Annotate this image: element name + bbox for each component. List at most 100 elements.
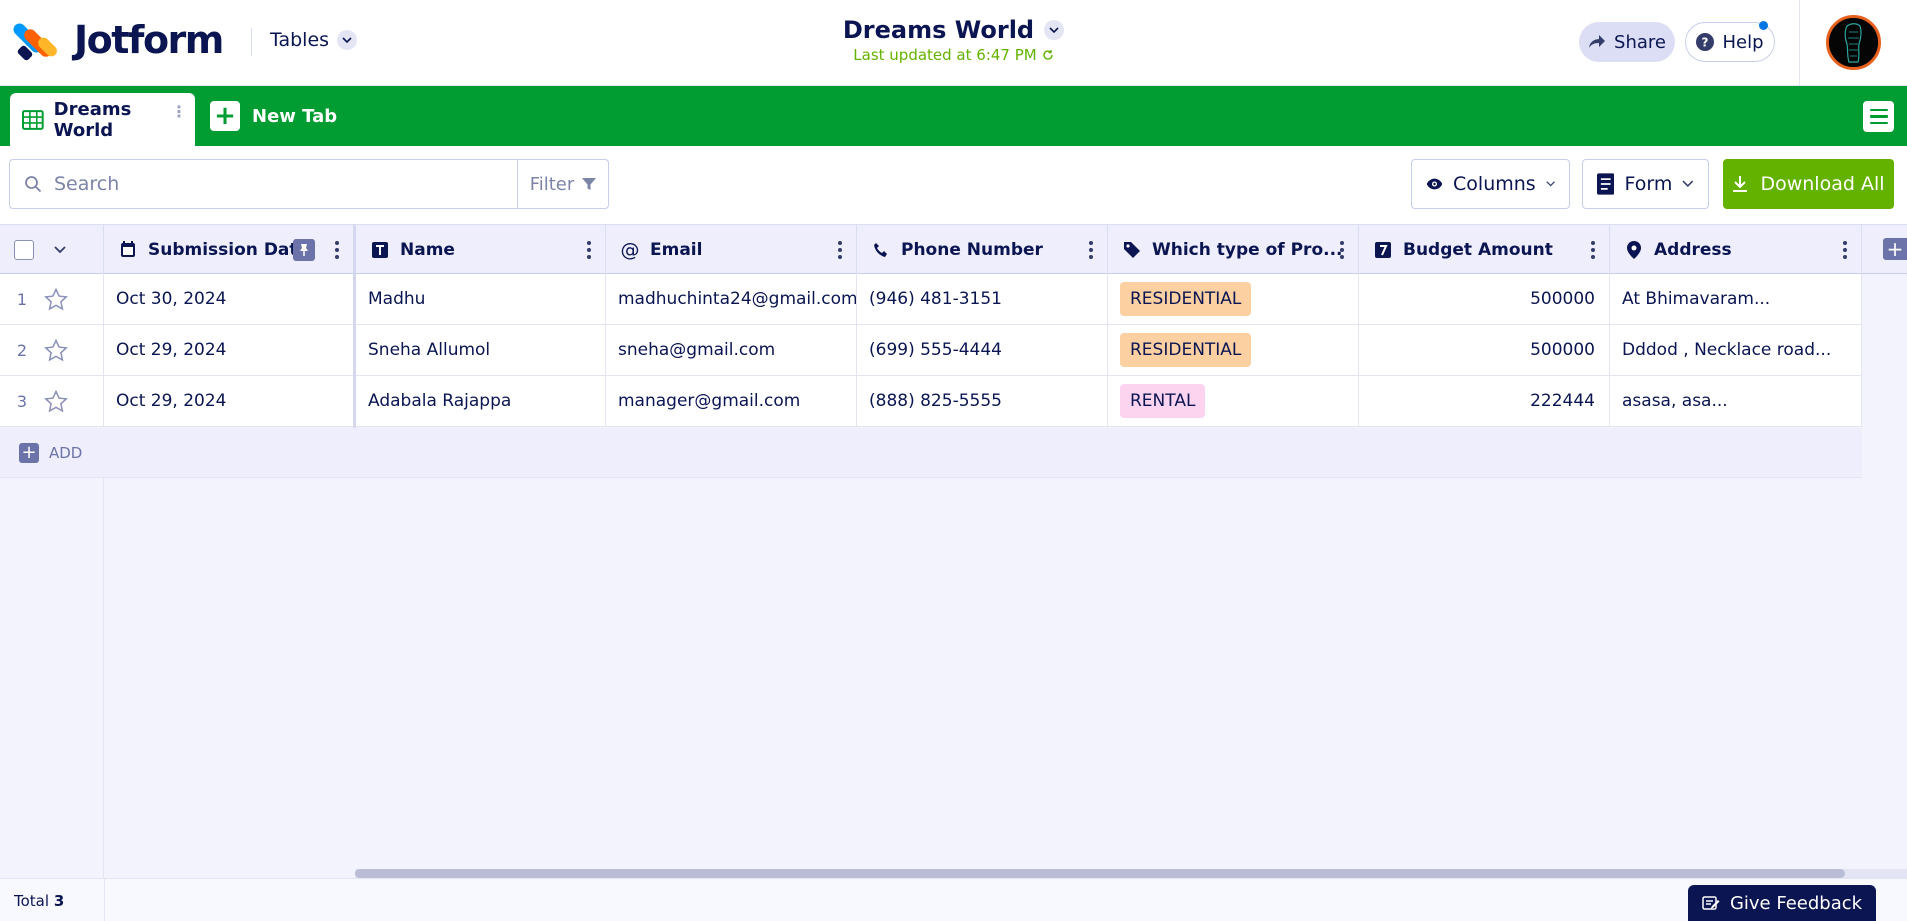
share-button[interactable]: Share — [1579, 22, 1675, 62]
chevron-down-icon — [1682, 180, 1694, 188]
frozen-column-divider[interactable] — [353, 224, 356, 428]
phone-cell[interactable]: (699) 555-4444 — [857, 325, 1108, 375]
phone-cell[interactable]: (888) 825-5555 — [857, 376, 1108, 426]
form-button[interactable]: Form — [1582, 159, 1709, 209]
name-cell[interactable]: Madhu — [356, 274, 606, 324]
column-header-name[interactable]: Name — [356, 225, 606, 274]
column-label: Phone Number — [901, 239, 1043, 260]
column-header-property-type[interactable]: Which type of Pro... — [1108, 225, 1359, 274]
column-menu-icon[interactable] — [335, 241, 339, 259]
give-feedback-button[interactable]: Give Feedback — [1688, 885, 1876, 921]
column-label: Submission Date — [148, 239, 310, 260]
budget-cell[interactable]: 500000 — [1359, 325, 1610, 375]
at-icon: @ — [620, 238, 640, 261]
add-column-button[interactable]: + — [1883, 238, 1907, 260]
top-header: Jotform Tables Dreams World Last updated… — [0, 0, 1907, 86]
property-type-pill: RENTAL — [1120, 384, 1206, 418]
property-type-cell[interactable]: RENTAL — [1108, 376, 1359, 426]
pin-icon[interactable] — [293, 239, 315, 261]
total-count: 3 — [53, 892, 65, 910]
submission-date-cell[interactable]: Oct 30, 2024 — [104, 274, 354, 324]
chevron-down-icon — [1044, 20, 1065, 40]
table-title-dropdown[interactable]: Dreams World — [843, 16, 1065, 44]
name-cell[interactable]: Adabala Rajappa — [356, 376, 606, 426]
tab-dreams-world[interactable]: Dreams World ⋮ — [10, 93, 195, 146]
grid-table-icon — [22, 109, 44, 130]
column-menu-icon[interactable] — [1591, 241, 1595, 259]
phone-cell[interactable]: (946) 481-3151 — [857, 274, 1108, 324]
star-icon[interactable] — [44, 338, 68, 362]
share-arrow-icon — [1589, 35, 1606, 48]
table-row[interactable]: 3 Oct 29, 2024 Adabala Rajappa manager@g… — [0, 376, 1862, 427]
share-label: Share — [1614, 31, 1666, 53]
table-footer: Total 3 Give Feedback — [0, 878, 1907, 921]
location-pin-icon — [1624, 240, 1644, 259]
svg-text:?: ? — [1702, 36, 1709, 50]
row-header-gutter — [0, 478, 104, 878]
chevron-down-icon[interactable] — [54, 245, 66, 254]
download-all-button[interactable]: Download All — [1723, 159, 1894, 209]
table-header-row: Submission Date Name @ Email Phone Numbe… — [0, 224, 1907, 274]
columns-label: Columns — [1453, 173, 1536, 195]
new-tab-button[interactable]: + New Tab — [210, 101, 337, 131]
address-cell[interactable]: At Bhimavaram... — [1610, 274, 1862, 324]
filter-button[interactable]: Filter — [517, 160, 608, 208]
form-label: Form — [1624, 173, 1673, 195]
address-cell[interactable]: asasa, asa... — [1610, 376, 1862, 426]
horizontal-scrollbar-thumb[interactable] — [355, 869, 1845, 878]
row-header: 3 — [0, 376, 104, 426]
new-tab-label: New Tab — [252, 105, 338, 127]
column-label: Which type of Pro... — [1152, 239, 1343, 260]
budget-cell[interactable]: 500000 — [1359, 274, 1610, 324]
row-header: 2 — [0, 325, 104, 375]
table-row[interactable]: 1 Oct 30, 2024 Madhu madhuchinta24@gmail… — [0, 274, 1862, 325]
select-all-checkbox[interactable] — [14, 239, 34, 260]
user-avatar[interactable] — [1826, 15, 1881, 70]
property-type-pill: RESIDENTIAL — [1120, 333, 1252, 367]
column-header-phone-number[interactable]: Phone Number — [857, 225, 1108, 274]
column-label: Address — [1654, 239, 1732, 260]
download-icon — [1733, 176, 1748, 192]
help-button[interactable]: ? Help — [1685, 21, 1775, 62]
star-icon[interactable] — [44, 389, 68, 413]
star-icon[interactable] — [44, 287, 68, 311]
table-toolbar: Filter Columns Form Download All — [0, 146, 1907, 224]
column-header-email[interactable]: @ Email — [606, 225, 857, 274]
column-header-submission-date[interactable]: Submission Date — [104, 225, 354, 274]
add-row-button[interactable]: + ADD — [19, 443, 82, 463]
add-label: ADD — [49, 444, 83, 462]
help-icon: ? — [1696, 33, 1715, 51]
plus-icon: + — [19, 443, 39, 463]
form-document-icon — [1597, 173, 1615, 195]
submission-date-cell[interactable]: Oct 29, 2024 — [104, 325, 354, 375]
column-label: Email — [650, 239, 703, 260]
table-row[interactable]: 2 Oct 29, 2024 Sneha Allumol sneha@gmail… — [0, 325, 1862, 376]
column-header-address[interactable]: Address — [1610, 225, 1862, 274]
property-type-cell[interactable]: RESIDENTIAL — [1108, 274, 1359, 324]
calendar-icon — [118, 241, 138, 258]
column-menu-icon[interactable] — [1089, 241, 1093, 259]
email-cell[interactable]: manager@gmail.com — [606, 376, 857, 426]
property-type-cell[interactable]: RESIDENTIAL — [1108, 325, 1359, 375]
column-menu-icon[interactable] — [587, 241, 591, 259]
row-number: 1 — [16, 289, 28, 309]
address-cell[interactable]: Dddod , Necklace road... — [1610, 325, 1862, 375]
email-cell[interactable]: madhuchinta24@gmail.com — [606, 274, 857, 324]
hamburger-menu-icon[interactable] — [1863, 101, 1894, 132]
tab-bar: Dreams World ⋮ + New Tab — [0, 86, 1907, 146]
feedback-edit-icon — [1702, 895, 1720, 910]
submission-date-cell[interactable]: Oct 29, 2024 — [104, 376, 354, 426]
column-header-budget-amount[interactable]: Budget Amount — [1359, 225, 1610, 274]
download-label: Download All — [1760, 173, 1885, 195]
search-input[interactable] — [54, 173, 514, 195]
name-cell[interactable]: Sneha Allumol — [356, 325, 606, 375]
columns-button[interactable]: Columns — [1411, 159, 1570, 209]
column-menu-icon[interactable] — [1340, 241, 1344, 259]
budget-cell[interactable]: 222444 — [1359, 376, 1610, 426]
column-menu-icon[interactable] — [1843, 241, 1847, 259]
submissions-table: Submission Date Name @ Email Phone Numbe… — [0, 224, 1907, 878]
chevron-down-icon — [1546, 181, 1555, 187]
tab-drag-handle-icon[interactable]: ⋮ — [171, 104, 187, 120]
email-cell[interactable]: sneha@gmail.com — [606, 325, 857, 375]
column-menu-icon[interactable] — [838, 241, 842, 259]
